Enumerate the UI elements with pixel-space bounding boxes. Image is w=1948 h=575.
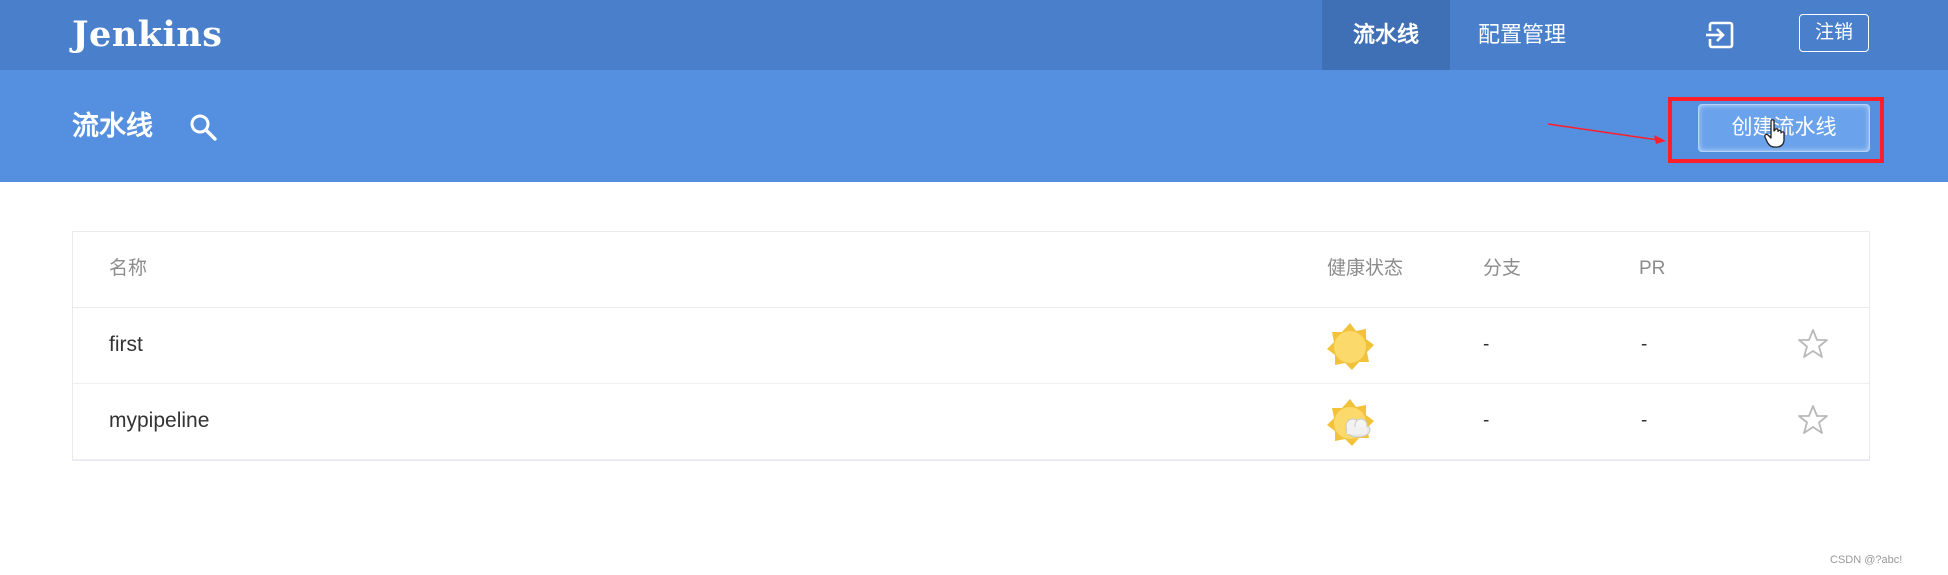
tab-administration[interactable]: 配置管理 xyxy=(1460,0,1584,70)
logout-button[interactable]: 注销 xyxy=(1799,14,1869,52)
star-icon[interactable] xyxy=(1797,328,1829,360)
page-header: 流水线 创建流水线 xyxy=(0,70,1948,182)
exit-icon[interactable] xyxy=(1704,19,1736,51)
tab-pipelines[interactable]: 流水线 xyxy=(1322,0,1450,70)
pr-count: - xyxy=(1641,410,1648,431)
pipeline-name[interactable]: mypipeline xyxy=(109,409,209,433)
hand-cursor-icon xyxy=(1764,119,1785,148)
table-row[interactable]: first - - xyxy=(73,308,1869,384)
search-icon[interactable] xyxy=(188,112,218,142)
branch-count: - xyxy=(1483,334,1490,355)
column-header-name[interactable]: 名称 xyxy=(109,257,147,281)
brand-logo[interactable]: Jenkins xyxy=(72,10,222,60)
branch-count: - xyxy=(1483,410,1490,431)
pr-count: - xyxy=(1641,334,1648,355)
table-header-row: 名称 健康状态 分支 PR xyxy=(73,232,1869,308)
table-row[interactable]: mypipeline - - xyxy=(73,384,1869,460)
column-header-branches[interactable]: 分支 xyxy=(1483,257,1521,281)
pipeline-name[interactable]: first xyxy=(109,333,143,357)
column-header-health[interactable]: 健康状态 xyxy=(1327,257,1403,281)
pipelines-table: 名称 健康状态 分支 PR first - - mypipeline - - xyxy=(72,231,1870,461)
star-icon[interactable] xyxy=(1797,404,1829,436)
annotation-arrow xyxy=(1547,123,1666,144)
column-header-pr[interactable]: PR xyxy=(1639,257,1665,281)
top-nav-bar: Jenkins 流水线 配置管理 注销 xyxy=(0,0,1948,70)
watermark: CSDN @?abc! xyxy=(1830,554,1903,566)
page-title: 流水线 xyxy=(72,111,153,141)
sunny-icon xyxy=(1327,323,1374,370)
partly-cloudy-icon xyxy=(1327,399,1374,446)
